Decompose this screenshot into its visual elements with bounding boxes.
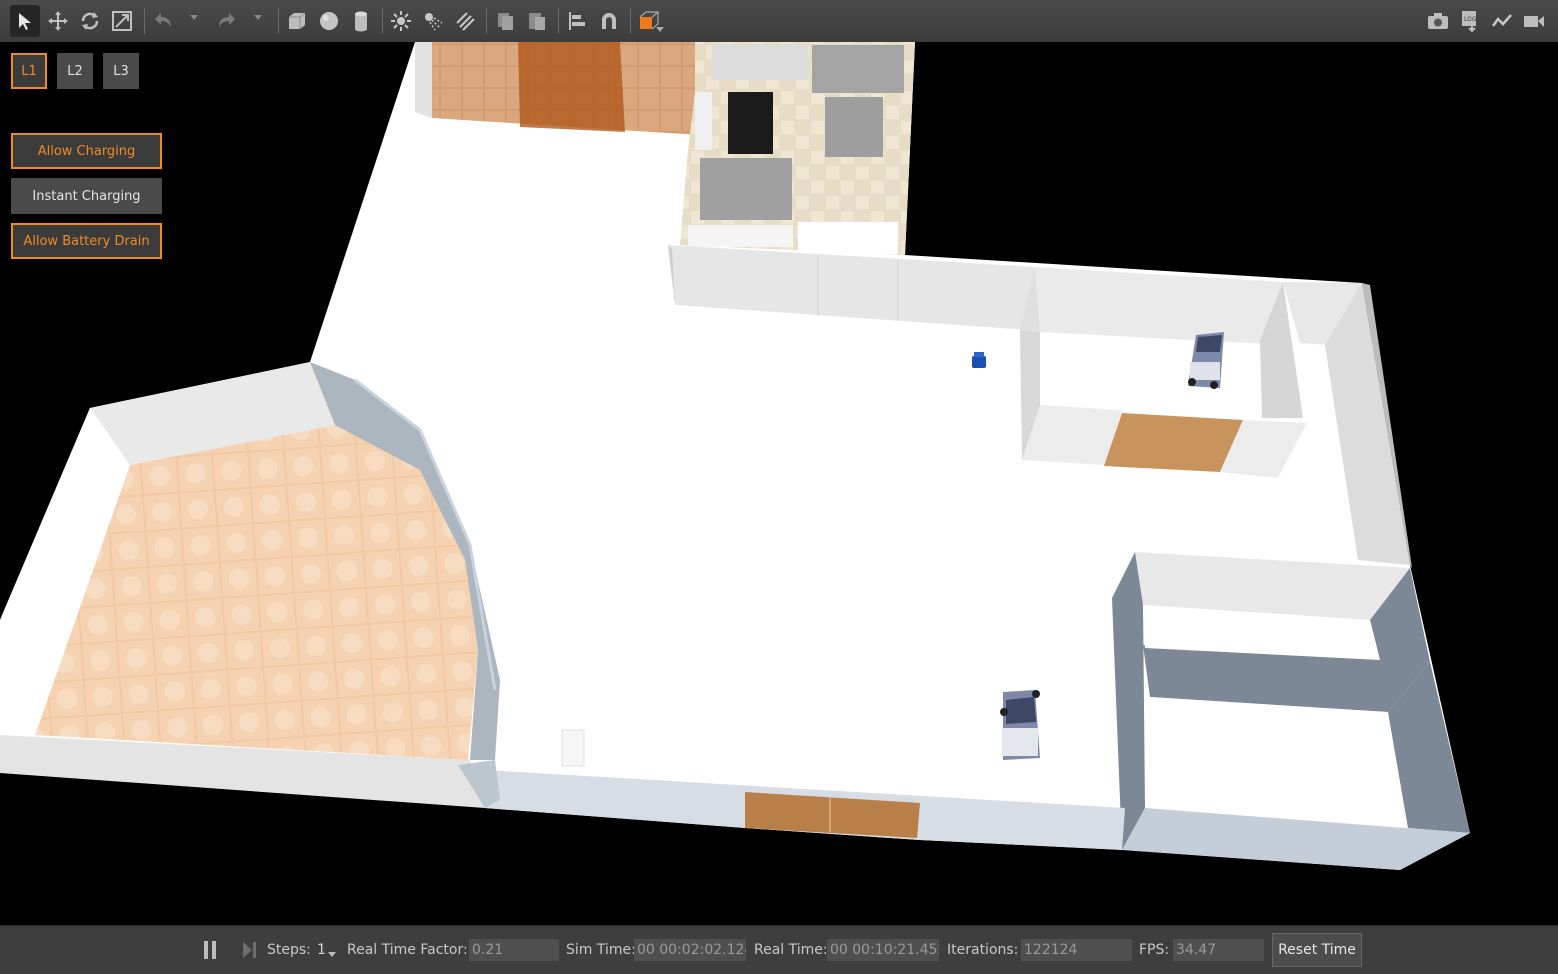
copy-icon[interactable] [490,5,520,37]
sim-time-field: 00 00:02:02.124 [634,939,746,961]
iterations-field: 122124 [1021,939,1132,961]
real-time-factor-label: Real Time Factor: [347,942,468,958]
plot-icon[interactable] [1487,5,1517,37]
select-arrow-icon[interactable] [10,5,40,37]
redo-icon[interactable] [212,5,242,37]
spot-light-icon[interactable] [418,5,448,37]
level-button-l3[interactable]: L3 [103,53,139,89]
main-toolbar: LOG [0,0,1558,43]
svg-text:LOG: LOG [1464,16,1477,23]
redo-dropdown-icon[interactable] [254,15,262,20]
cylinder-icon[interactable] [346,5,376,37]
sphere-icon[interactable] [314,5,344,37]
level-button-l1[interactable]: L1 [11,53,47,89]
steps-dropdown-icon[interactable] [328,952,336,957]
translate-icon[interactable] [43,5,73,37]
instant-charging-button[interactable]: Instant Charging [11,178,162,214]
real-time-factor-field: 0.21 [469,939,559,961]
level-button-l2[interactable]: L2 [57,53,93,89]
allow-battery-drain-button[interactable]: Allow Battery Drain [11,223,162,259]
iterations-label: Iterations: [947,942,1019,958]
undo-icon[interactable] [148,5,178,37]
fps-field: 34.47 [1173,939,1264,961]
magnet-snap-icon[interactable] [594,5,624,37]
view-angle-icon[interactable] [634,5,664,37]
world-render [0,42,1470,870]
align-icon[interactable] [562,5,592,37]
allow-charging-button[interactable]: Allow Charging [11,133,162,169]
fps-label: FPS: [1139,942,1170,958]
scale-icon[interactable] [107,5,137,37]
real-time-label: Real Time: [754,942,828,958]
record-video-icon[interactable] [1519,5,1549,37]
view-angle-dropdown-icon[interactable] [656,27,664,32]
paste-icon[interactable] [522,5,552,37]
reset-time-button[interactable]: Reset Time [1272,933,1362,967]
blue-chair [972,352,986,368]
directional-light-icon[interactable] [450,5,480,37]
screenshot-icon[interactable] [1423,5,1453,37]
undo-dropdown-icon[interactable] [190,15,198,20]
step-icon[interactable] [240,941,258,959]
real-time-field: 00 00:10:21.452 [827,939,939,961]
simulation-status-bar: Steps: 1 Real Time Factor: 0.21 Sim Time… [0,925,1558,974]
robot-vehicle-lower [1000,690,1040,760]
box-icon[interactable] [282,5,312,37]
steps-label: Steps: [267,942,311,958]
log-icon[interactable]: LOG [1455,5,1485,37]
rotate-icon[interactable] [75,5,105,37]
pause-icon[interactable] [202,941,218,959]
steps-value[interactable]: 1 [317,942,326,958]
point-light-icon[interactable] [386,5,416,37]
3d-viewport[interactable]: L1 L2 L3 Allow Charging Instant Charging… [0,42,1558,925]
sim-time-label: Sim Time: [566,942,636,958]
